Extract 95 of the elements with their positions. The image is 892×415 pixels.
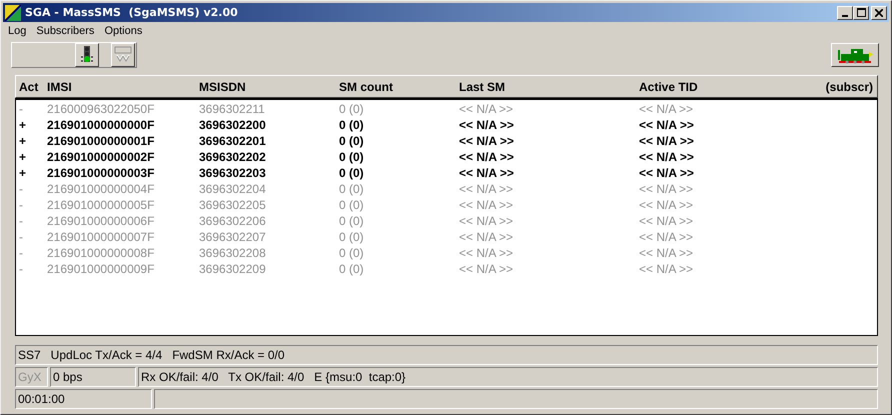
table-cell-text: +: [18, 134, 28, 148]
table-cell-text: 0 (0): [339, 118, 365, 132]
table-cell-text: +: [18, 118, 28, 132]
table-cell-text: 0 (0): [339, 262, 365, 276]
table-cell-text: 0 (0): [339, 166, 365, 180]
table-cell-text: << N/A >>: [639, 118, 695, 132]
table-cell-text: 216901000000005F: [47, 198, 156, 212]
table-cell-text: << N/A >>: [459, 230, 514, 244]
down-arrows-icon: [114, 46, 132, 64]
table-cell-text: 3696302204: [199, 182, 267, 196]
table-cell-text: 0 (0): [339, 182, 365, 196]
table-cell-text: 3696302202: [199, 150, 267, 164]
table-cell-text: 0 (0): [339, 102, 365, 116]
maximize-icon: [856, 8, 866, 17]
table-cell-text: << N/A >>: [639, 214, 694, 228]
table-cell-text: 216901000000007F: [47, 230, 156, 244]
column-header[interactable]: (subscr): [826, 80, 877, 94]
table-cell-text: 216000963022050F: [47, 102, 156, 116]
table-cell-text: << N/A >>: [459, 246, 514, 260]
table-cell-text: -: [18, 182, 24, 196]
table-cell-text: << N/A >>: [639, 166, 695, 180]
table-cell-text: -: [18, 198, 24, 212]
column-header[interactable]: Active TID: [639, 80, 809, 94]
table-cell-text: << N/A >>: [639, 262, 694, 276]
table-cell-text: << N/A >>: [459, 118, 515, 132]
table-cell-text: << N/A >>: [459, 102, 514, 116]
table-cell-text: << N/A >>: [639, 182, 694, 196]
table-cell-text: << N/A >>: [459, 214, 514, 228]
table-cell-text: << N/A >>: [459, 182, 514, 196]
table-cell-text: << N/A >>: [639, 102, 694, 116]
table-cell-text: -: [18, 230, 24, 244]
traffic-light-icon: [80, 45, 94, 65]
column-header[interactable]: SM count: [339, 80, 459, 94]
locomotive-icon: [835, 46, 875, 64]
table-cell-text: 3696302201: [199, 134, 267, 148]
table-cell-text: << N/A >>: [639, 230, 694, 244]
table-cell-text: 3696302207: [199, 230, 267, 244]
auto-button[interactable]: [111, 43, 135, 67]
minimize-button[interactable]: [837, 6, 853, 20]
menu-item[interactable]: Subscribers: [31, 25, 100, 37]
table-cell-text: 3696302206: [199, 214, 267, 228]
table-cell-text: 3696302205: [199, 198, 267, 212]
table-cell-text: -: [18, 214, 24, 228]
column-header[interactable]: Act: [16, 80, 47, 94]
table-cell-text: -: [18, 102, 24, 116]
traffic-light-button[interactable]: [75, 43, 99, 67]
table-cell-text: << N/A >>: [639, 150, 695, 164]
menu-item[interactable]: Log: [3, 25, 32, 37]
table-cell-text: 216901000000000F: [47, 118, 156, 132]
table-cell-text: 3696302208: [199, 246, 267, 260]
elapsed-time: 00:01:00: [15, 389, 152, 409]
table-cell-text: 216901000000008F: [47, 246, 156, 260]
table-cell-text: << N/A >>: [459, 262, 514, 276]
table-cell-text: 3696302200: [199, 118, 267, 132]
table-cell-text: 216901000000001F: [47, 134, 156, 148]
table-cell-text: 216901000000009F: [47, 262, 156, 276]
table-cell-text: << N/A >>: [459, 134, 515, 148]
table-cell-text: << N/A >>: [459, 198, 514, 212]
close-icon: [875, 8, 883, 16]
table-cell-text: 0 (0): [339, 198, 365, 212]
table-cell-text: 216901000000006F: [47, 214, 156, 228]
table-cell-text: << N/A >>: [459, 150, 515, 164]
column-header[interactable]: Last SM: [459, 80, 639, 94]
table-cell-text: -: [18, 262, 24, 276]
table-cell-text: 216901000000004F: [47, 182, 156, 196]
app-icon: [5, 4, 21, 20]
table-cell-text: 0 (0): [339, 230, 365, 244]
bitrate-status: 0 bps: [50, 367, 136, 387]
maximize-button[interactable]: [853, 6, 869, 20]
table-cell-text: 0 (0): [339, 214, 365, 228]
rx-tx-status: Rx OK/fail: 4/0 Tx OK/fail: 4/0 E {msu:0 tcap:0}: [138, 367, 878, 387]
table-cell-text: << N/A >>: [639, 246, 694, 260]
table-cell-text: << N/A >>: [459, 166, 515, 180]
column-header[interactable]: MSISDN: [199, 80, 339, 94]
column-header[interactable]: IMSI: [47, 80, 199, 94]
minimize-icon: [842, 14, 848, 16]
table-cell-text: 0 (0): [339, 134, 365, 148]
table-cell-text: 0 (0): [339, 246, 365, 260]
table-cell-text: << N/A >>: [639, 134, 695, 148]
table-cell-text: 216901000000002F: [47, 150, 156, 164]
locomotive-button[interactable]: [831, 43, 879, 67]
menu-item[interactable]: Options: [99, 25, 148, 37]
table-cell-text: +: [18, 150, 28, 164]
window-title: SGA - MassSMS (SgaMSMS) v2.00: [25, 6, 238, 19]
table-cell-text: 216901000000003F: [47, 166, 156, 180]
table-cell-text: 3696302211: [199, 102, 266, 116]
gyx-indicator: GyX: [15, 367, 48, 387]
table-cell-text: 0 (0): [339, 150, 365, 164]
ss7-status: SS7 UpdLoc Tx/Ack = 4/4 FwdSM Rx/Ack = 0/0: [15, 345, 878, 365]
table-cell-text: 3696302203: [199, 166, 267, 180]
close-button[interactable]: [871, 6, 887, 20]
table-cell-text: 3696302209: [199, 262, 267, 276]
table-cell-text: << N/A >>: [639, 198, 694, 212]
table-cell-text: +: [18, 166, 28, 180]
table-cell-text: -: [18, 246, 24, 260]
